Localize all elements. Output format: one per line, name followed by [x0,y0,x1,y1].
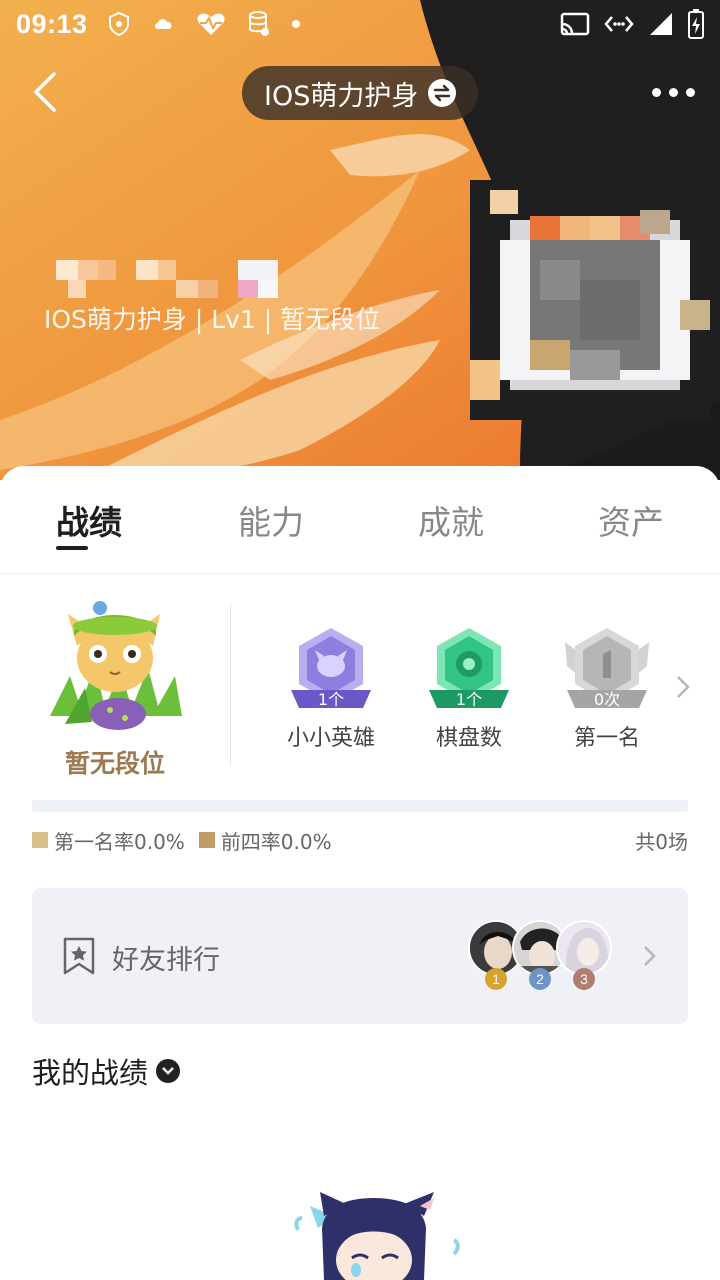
chevron-down-icon [156,1059,181,1083]
active-tab-indicator [56,546,88,550]
friend-ranking-card[interactable]: 好友排行 1 2 3 [32,888,688,1024]
tab-ability[interactable]: 能力 [238,496,304,544]
shield-icon [108,11,129,37]
back-chevron-icon[interactable] [24,70,68,114]
legend-swatch [32,832,48,848]
rank-mascot-icon [50,601,182,730]
badge-label: 小小英雄 [286,726,375,751]
badge-boards[interactable]: 1个 棋盘数 [414,626,524,752]
badge-label: 第一名 [573,726,640,751]
total-games: 共0场 [635,829,688,854]
tab-bar: 战绩 能力 成就 资产 [0,466,720,574]
top-navigation: IOS萌力护身 [0,60,720,124]
legend-text: 前四率0.0% [220,829,332,854]
status-time: 09:13 [16,8,88,39]
battery-charging-icon [688,9,704,39]
friend-rank-badge: 3 [573,968,595,990]
badge-count: 0次 [593,690,621,709]
chevron-right-icon [644,946,656,966]
status-bar: 09:13 [0,0,720,48]
rank-label: 暂无段位 [64,749,165,778]
database-icon [248,11,269,36]
swap-icon [428,79,457,107]
friend-ranking-label: 好友排行 [112,945,220,976]
legend-first-rate: 第一名率0.0% [32,826,185,855]
divider [230,604,231,766]
user-avatar-redacted [470,180,710,420]
placement-progress-bar [32,800,688,812]
cloud-icon [154,19,172,29]
my-records-label: 我的战绩 [32,1056,149,1090]
badge-count: 1个 [455,690,483,709]
empty-state-mascot-icon [294,1192,460,1280]
profile-subtitle: IOS萌力护身 | Lv1 | 暂无段位 [44,305,381,334]
placement-legend: 第一名率0.0% 前四率0.0% 共0场 [32,825,688,855]
my-records-dropdown[interactable]: 我的战绩 [32,1050,181,1092]
tab-assets[interactable]: 资产 [598,496,664,544]
tab-achievement[interactable]: 成就 [418,496,484,544]
friend-avatars: 1 2 3 [468,920,618,992]
badge-label: 棋盘数 [435,726,502,751]
chevron-right-icon[interactable] [674,674,694,700]
heart-pulse-icon [197,13,225,35]
data-arrows-icon [604,16,634,32]
badge-first-place[interactable]: 0次 第一名 [552,626,662,752]
dot-icon [291,20,300,28]
legend-text: 第一名率0.0% [54,829,185,854]
tab-record[interactable]: 战绩 [56,496,122,544]
signal-icon [650,13,672,35]
friend-rank-badge: 1 [485,968,507,990]
badge-little-legend[interactable]: 1个 小小英雄 [276,626,386,752]
badge-count: 1个 [317,690,345,709]
friend-rank-badge: 2 [529,968,551,990]
account-switch-pill[interactable]: IOS萌力护身 [242,66,479,120]
legend-top4-rate: 前四率0.0% [198,826,332,855]
cast-icon [560,12,590,36]
nav-title: IOS萌力护身 [264,80,419,112]
more-dots-icon[interactable] [652,80,696,104]
user-name-redacted [56,260,278,298]
legend-swatch [198,832,215,848]
bookmark-star-icon [63,937,95,975]
